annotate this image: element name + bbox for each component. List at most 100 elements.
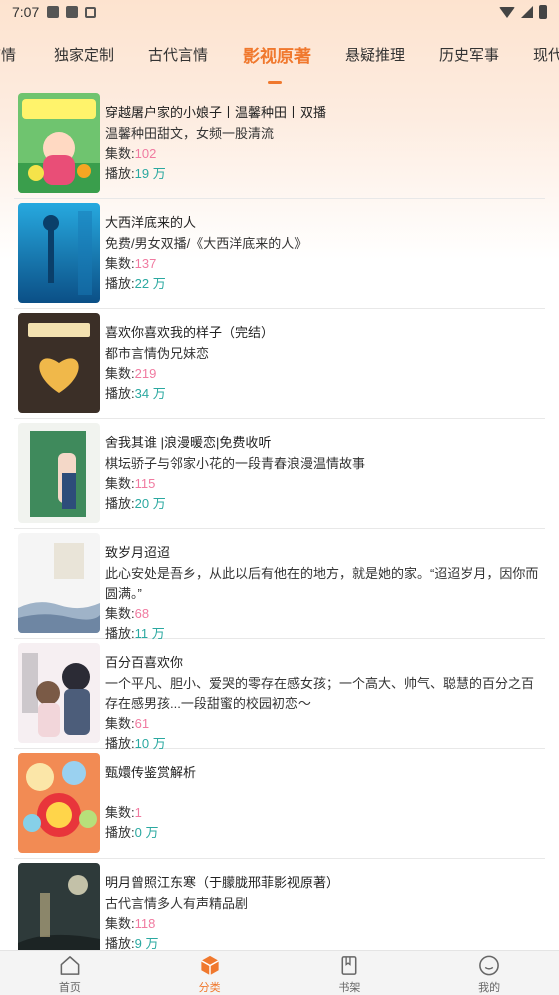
book-description: 古代言情多人有声精品剧	[105, 896, 249, 911]
plays-label: 播放:	[105, 386, 135, 401]
tab-exclusive[interactable]: 独家定制	[54, 44, 114, 65]
list-item[interactable]: 致岁月迢迢 此心安处是吾乡，从此以后有他在的地方，就是她的家。“迢迢岁月，因你而…	[14, 529, 545, 641]
tab-ancient-romance[interactable]: 古代言情	[148, 44, 208, 65]
episodes-count: 61	[134, 716, 150, 731]
nav-bookshelf-label: 书架	[338, 982, 361, 994]
episodes-row: 集数:118	[105, 914, 545, 934]
book-description: 都市言情伪兄妹恋	[105, 346, 210, 361]
episodes-count: 137	[134, 256, 157, 271]
book-cover	[18, 643, 100, 743]
plays-label: 播放:	[105, 166, 135, 181]
book-description: 棋坛骄子与邻家小花的一段青春浪漫温情故事	[105, 456, 366, 471]
episodes-row: 集数:115	[105, 474, 545, 494]
tab-mystery[interactable]: 悬疑推理	[345, 44, 405, 65]
book-description: 一个平凡、胆小、爱哭的零存在感女孩；一个高大、帅气、聪慧的百分之百存在感男孩..…	[105, 676, 535, 711]
episodes-label: 集数:	[105, 256, 135, 271]
tab-modern[interactable]: 现代	[533, 44, 559, 65]
book-title: 百分百喜欢你	[105, 655, 184, 670]
book-cover	[18, 93, 100, 193]
episodes-count: 1	[134, 805, 142, 820]
book-title: 舍我其谁 |浪漫暖恋|免费收听	[105, 435, 272, 450]
book-title: 甄嬛传鉴赏解析	[105, 765, 197, 780]
bottom-navigation: 首页 分类 书架 我的	[0, 950, 559, 995]
status-time: 7:07	[12, 4, 40, 20]
plays-count: 19 万	[134, 166, 166, 181]
book-cover	[18, 203, 100, 303]
bookshelf-icon	[341, 956, 357, 975]
plays-row: 播放:34 万	[105, 384, 545, 404]
episodes-label: 集数:	[105, 805, 135, 820]
episodes-row: 集数:1	[105, 803, 545, 823]
plays-row: 播放:20 万	[105, 494, 545, 514]
episodes-row: 集数:102	[105, 144, 545, 164]
plays-label: 播放:	[105, 276, 135, 291]
list-item[interactable]: 舍我其谁 |浪漫暖恋|免费收听 棋坛骄子与邻家小花的一段青春浪漫温情故事 集数:…	[14, 419, 545, 529]
book-cover	[18, 863, 100, 963]
battery-icon	[539, 5, 547, 19]
book-description: 免费/男女双播/《大西洋底来的人》	[105, 236, 308, 251]
book-title: 明月曾照江东寒（于朦胧邢菲影视原著）	[105, 875, 340, 890]
plays-count: 22 万	[134, 276, 166, 291]
plays-row: 播放:0 万	[105, 823, 545, 843]
list-item[interactable]: 甄嬛传鉴赏解析 集数:1 播放:0 万	[14, 749, 545, 859]
plays-count: 20 万	[134, 496, 166, 511]
list-item[interactable]: 穿越屠户家的小娘子丨温馨种田丨双播 温馨种田甜文，女频一股清流 集数:102 播…	[14, 89, 545, 199]
episodes-label: 集数:	[105, 366, 135, 381]
book-title: 穿越屠户家的小娘子丨温馨种田丨双播	[105, 105, 327, 120]
episodes-count: 68	[134, 606, 150, 621]
list-item[interactable]: 大西洋底来的人 免费/男女双播/《大西洋底来的人》 集数:137 播放:22 万	[14, 199, 545, 309]
notification-icon	[47, 6, 60, 18]
book-cover	[18, 533, 100, 633]
nav-home-label: 首页	[58, 982, 81, 994]
category-cube-icon	[200, 955, 219, 976]
list-item[interactable]: 喜欢你喜欢我的样子（完结） 都市言情伪兄妹恋 集数:219 播放:34 万	[14, 309, 545, 419]
book-cover	[18, 753, 100, 853]
episodes-row: 集数:61	[105, 714, 545, 734]
signal-icon	[521, 6, 533, 18]
plays-row: 播放:19 万	[105, 164, 545, 184]
book-description: 此心安处是吾乡，从此以后有他在的地方，就是她的家。“迢迢岁月，因你而圆满。”	[105, 566, 539, 601]
episodes-count: 118	[134, 916, 156, 931]
episodes-label: 集数:	[105, 146, 135, 161]
plays-count: 9 万	[134, 936, 159, 951]
tab-romance[interactable]: 言情	[0, 44, 16, 65]
wifi-icon	[499, 6, 515, 18]
nav-category-label: 分类	[198, 982, 221, 994]
active-tab-indicator	[268, 81, 282, 84]
book-cover	[18, 313, 100, 413]
nav-category[interactable]: 分类	[140, 951, 280, 995]
plays-label: 播放:	[105, 496, 135, 511]
nav-home[interactable]: 首页	[0, 951, 140, 995]
book-cover	[18, 423, 100, 523]
book-title: 大西洋底来的人	[105, 215, 197, 230]
book-title: 喜欢你喜欢我的样子（完结）	[105, 325, 275, 340]
list-item[interactable]: 百分百喜欢你 一个平凡、胆小、爱哭的零存在感女孩；一个高大、帅气、聪慧的百分之百…	[14, 639, 545, 751]
episodes-row: 集数:219	[105, 364, 545, 384]
category-tabs: 言情 独家定制 古代言情 影视原著 悬疑推理 历史军事 现代	[0, 36, 559, 86]
episodes-label: 集数:	[105, 716, 135, 731]
book-description: 温馨种田甜文，女频一股清流	[105, 126, 275, 141]
episodes-count: 219	[134, 366, 157, 381]
tab-history-military[interactable]: 历史军事	[439, 44, 499, 65]
plays-row: 播放:22 万	[105, 274, 545, 294]
notification-icon	[66, 6, 79, 18]
episodes-label: 集数:	[105, 476, 135, 491]
book-list: 穿越屠户家的小娘子丨温馨种田丨双播 温馨种田甜文，女频一股清流 集数:102 播…	[14, 89, 545, 969]
episodes-row: 集数:137	[105, 254, 545, 274]
tab-film-adaptation[interactable]: 影视原著	[243, 42, 311, 67]
plays-count: 0 万	[134, 825, 159, 840]
profile-face-icon	[479, 955, 499, 976]
episodes-count: 102	[134, 146, 157, 161]
plays-label: 播放:	[105, 936, 135, 951]
episodes-row: 集数:68	[105, 604, 545, 624]
nav-bookshelf[interactable]: 书架	[280, 951, 420, 995]
episodes-label: 集数:	[105, 916, 135, 931]
episodes-count: 115	[134, 476, 156, 491]
nav-profile[interactable]: 我的	[419, 951, 559, 995]
episodes-label: 集数:	[105, 606, 135, 621]
nav-profile-label: 我的	[478, 982, 501, 994]
status-bar: 7:07	[0, 0, 559, 24]
notification-icon	[85, 6, 97, 18]
home-icon	[60, 956, 80, 975]
plays-label: 播放:	[105, 825, 135, 840]
